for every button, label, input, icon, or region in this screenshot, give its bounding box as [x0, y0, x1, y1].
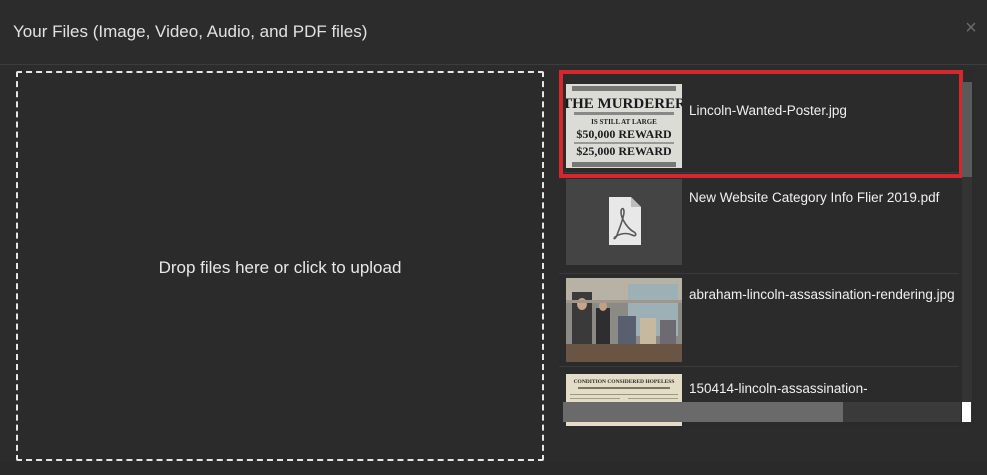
assassination-rendering-thumbnail [566, 278, 682, 362]
vertical-scroll-thumb[interactable] [962, 82, 972, 177]
modal-title: Your Files (Image, Video, Audio, and PDF… [13, 22, 368, 41]
file-thumbnail [566, 179, 682, 265]
poster-line1: THE MURDERER [566, 96, 682, 112]
file-name: abraham-lincoln-assassination-rendering.… [689, 287, 955, 302]
horizontal-scrollbar[interactable] [563, 402, 961, 422]
pdf-icon [609, 197, 641, 245]
upload-dropzone[interactable]: Drop files here or click to upload [16, 71, 544, 461]
file-name: New Website Category Info Flier 2019.pdf [689, 190, 940, 205]
modal-header: Your Files (Image, Video, Audio, and PDF… [0, 0, 987, 65]
poster-line3: $50,000 REWARD [576, 127, 672, 141]
file-list: THE MURDERER IS STILL AT LARGE $50,000 R… [559, 70, 974, 426]
file-manager-modal: Your Files (Image, Video, Audio, and PDF… [0, 0, 987, 475]
vertical-scrollbar[interactable] [962, 82, 972, 422]
file-name: 150414-lincoln-assassination- [689, 381, 868, 396]
poster-line2: IS STILL AT LARGE [591, 118, 657, 126]
modal-footer [0, 462, 987, 475]
file-thumbnail: THE MURDERER IS STILL AT LARGE $50,000 R… [566, 84, 682, 168]
news-headline: CONDITION CONSIDERED HOPELESS [574, 379, 675, 385]
file-item-assassination-rendering[interactable]: abraham-lincoln-assassination-rendering.… [559, 271, 959, 367]
file-item-category-flier-pdf[interactable]: New Website Category Info Flier 2019.pdf [559, 178, 959, 274]
file-thumbnail [566, 278, 682, 362]
dropzone-label: Drop files here or click to upload [158, 258, 402, 277]
file-item-lincoln-wanted-poster[interactable]: THE MURDERER IS STILL AT LARGE $50,000 R… [559, 77, 959, 173]
close-icon[interactable]: × [961, 16, 981, 40]
file-name: Lincoln-Wanted-Poster.jpg [689, 103, 847, 118]
poster-line4: $25,000 REWARD [576, 144, 672, 158]
scroll-corner [962, 402, 971, 422]
wanted-poster-thumbnail: THE MURDERER IS STILL AT LARGE $50,000 R… [566, 84, 682, 168]
horizontal-scroll-thumb[interactable] [563, 402, 843, 422]
